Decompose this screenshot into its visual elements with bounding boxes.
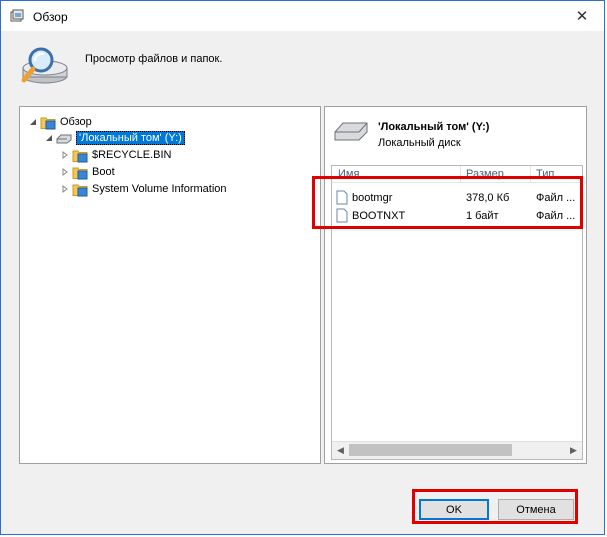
folder-icon — [72, 150, 88, 162]
file-name: bootmgr — [352, 192, 393, 204]
tree-item-folder[interactable]: System Volume Information — [60, 180, 227, 197]
file-row[interactable]: bootmgr 378,0 Кб Файл ... — [332, 190, 582, 207]
scroll-thumb[interactable] — [349, 444, 512, 456]
browse-icon — [10, 9, 24, 22]
file-size: 1 байт — [466, 210, 499, 222]
search-drive-icon — [21, 47, 68, 84]
drive-icon — [334, 122, 368, 141]
tree-folder-label: System Volume Information — [92, 182, 227, 195]
tree-item-drive[interactable]: 'Локальный том' (Y:) — [44, 129, 185, 146]
tree-item-folder[interactable]: $RECYCLE.BIN — [60, 146, 171, 163]
column-name[interactable]: Имя — [338, 168, 359, 180]
drive-icon — [56, 134, 72, 143]
tree-folder-label: $RECYCLE.BIN — [92, 148, 172, 161]
scroll-right-icon[interactable]: ▶ — [565, 442, 582, 459]
column-header: Имя Размер Тип — [332, 166, 582, 183]
cancel-button[interactable]: Отмена — [498, 499, 574, 520]
column-type[interactable]: Тип — [536, 168, 554, 180]
details-pane: 'Локальный том' (Y:) Локальный диск Имя … — [324, 106, 587, 464]
dialog-description: Просмотр файлов и папок. — [85, 53, 223, 65]
file-icon — [336, 190, 348, 205]
file-type: Файл ... — [536, 192, 576, 204]
close-button[interactable]: ✕ — [570, 5, 594, 27]
title-bar: Обзор ✕ — [1, 1, 604, 31]
tree-root-label: Обзор — [60, 115, 92, 128]
folder-icon — [72, 184, 88, 196]
scroll-left-icon[interactable]: ◀ — [332, 442, 349, 459]
tree-folder-label: Boot — [92, 165, 115, 178]
file-row[interactable]: BOOTNXT 1 байт Файл ... — [332, 208, 582, 225]
tree-item-folder[interactable]: Boot — [60, 163, 115, 180]
window-title: Обзор — [33, 10, 68, 24]
expand-arrow-icon[interactable] — [28, 117, 38, 127]
expand-arrow-icon[interactable] — [60, 150, 70, 160]
tree-drive-label: 'Локальный том' (Y:) — [76, 130, 185, 145]
folder-icon — [72, 167, 88, 179]
folder-tree[interactable]: Обзор 'Локальный том' (Y:) $RECYCLE.BIN — [19, 106, 321, 464]
browse-dialog: Обзор ✕ Просмотр файлов и папок. Обзор '… — [0, 0, 605, 535]
column-separator[interactable] — [530, 166, 531, 182]
column-separator[interactable] — [460, 166, 461, 182]
expand-arrow-icon[interactable] — [60, 184, 70, 194]
horizontal-scrollbar[interactable]: ◀ ▶ — [332, 441, 582, 459]
close-icon: ✕ — [575, 8, 589, 25]
column-size[interactable]: Размер — [466, 168, 504, 180]
file-size: 378,0 Кб — [466, 192, 510, 204]
file-name: BOOTNXT — [352, 210, 406, 222]
expand-arrow-icon[interactable] — [44, 133, 54, 143]
file-list[interactable]: Имя Размер Тип bootmgr 378,0 Кб Файл ...… — [331, 165, 583, 460]
file-icon — [336, 208, 348, 223]
expand-arrow-icon[interactable] — [60, 167, 70, 177]
file-type: Файл ... — [536, 210, 576, 222]
folder-icon — [40, 117, 56, 129]
drive-subtitle: Локальный диск — [378, 137, 461, 149]
ok-button[interactable]: OK — [419, 499, 489, 520]
drive-title: 'Локальный том' (Y:) — [378, 121, 490, 133]
tree-item-root[interactable]: Обзор — [28, 113, 92, 130]
